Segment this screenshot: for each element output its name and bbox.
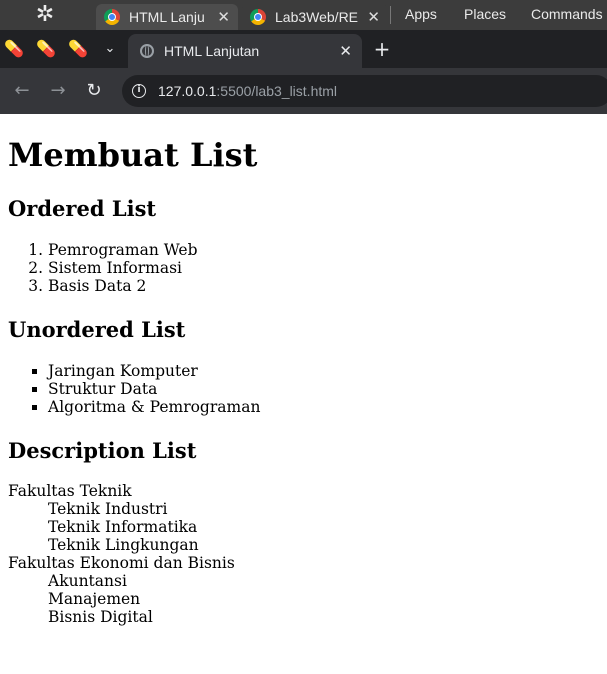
taskbar-window-html-lanjutan[interactable]: HTML Lanju ✕ xyxy=(96,4,238,30)
description-term: Fakultas Ekonomi dan Bisnis xyxy=(8,554,235,572)
description-list: Fakultas Teknik Teknik Industri Teknik I… xyxy=(8,482,235,626)
taskbar-window-lab3web[interactable]: Lab3Web/RE ✕ xyxy=(242,4,388,30)
site-info-icon[interactable]: i xyxy=(132,84,146,98)
menu-places[interactable]: Places xyxy=(464,6,506,22)
chrome-icon xyxy=(250,9,266,25)
menu-commands[interactable]: Commands xyxy=(531,6,603,22)
list-item: Jaringan Komputer xyxy=(48,362,260,380)
page-title: Membuat List xyxy=(8,136,258,174)
list-item: Algoritma & Pemrograman xyxy=(48,398,260,416)
list-item: Struktur Data xyxy=(48,380,260,398)
description-term: Fakultas Teknik xyxy=(8,482,132,500)
close-icon[interactable]: ✕ xyxy=(217,8,230,26)
close-icon[interactable]: ✕ xyxy=(367,8,380,26)
url-text[interactable]: 127.0.0.1:5500/lab3_list.html xyxy=(158,83,337,99)
menu-apps[interactable]: Apps xyxy=(405,6,437,22)
address-bar[interactable]: i 127.0.0.1:5500/lab3_list.html xyxy=(122,75,607,107)
description-detail: Manajemen xyxy=(48,590,141,608)
browser-toolbar: ← → ↻ i 127.0.0.1:5500/lab3_list.html xyxy=(0,68,607,114)
description-detail: Teknik Informatika xyxy=(48,518,198,536)
list-item: Basis Data 2 xyxy=(48,277,198,295)
browser-tab-strip: 💊 💊 💊 ⌄ HTML Lanjutan ✕ + xyxy=(0,30,607,68)
forward-arrow-icon[interactable]: → xyxy=(46,79,70,103)
taskbar-window-label: Lab3Web/RE xyxy=(275,9,359,25)
os-top-panel: ✲ HTML Lanju ✕ Lab3Web/RE ✕ Apps Places … xyxy=(0,0,607,30)
reload-icon[interactable]: ↻ xyxy=(82,79,106,103)
tab-search-chevron-icon[interactable]: ⌄ xyxy=(100,39,120,59)
description-detail: Teknik Lingkungan xyxy=(48,536,199,554)
description-list-heading: Description List xyxy=(8,438,197,463)
tab-html-lanjutan[interactable]: HTML Lanjutan ✕ xyxy=(128,34,362,68)
page-content: Membuat List Ordered List Pemrograman We… xyxy=(0,114,607,674)
chrome-icon xyxy=(104,9,120,25)
extension-yellow-pill-icon[interactable]: 💊 xyxy=(36,39,56,59)
extension-red-pill-icon[interactable]: 💊 xyxy=(4,39,24,59)
tab-title: HTML Lanjutan xyxy=(164,43,260,59)
description-detail: Teknik Industri xyxy=(48,500,168,518)
unordered-list: Jaringan Komputer Struktur Data Algoritm… xyxy=(8,362,260,416)
list-item: Pemrograman Web xyxy=(48,241,198,259)
globe-icon xyxy=(140,44,154,58)
ordered-list-heading: Ordered List xyxy=(8,196,157,221)
back-arrow-icon[interactable]: ← xyxy=(10,79,34,103)
system-gear-icon[interactable]: ✲ xyxy=(33,3,57,27)
close-tab-icon[interactable]: ✕ xyxy=(339,42,352,60)
new-tab-icon[interactable]: + xyxy=(372,39,392,59)
taskbar-window-label: HTML Lanju xyxy=(129,9,205,25)
ordered-list: Pemrograman Web Sistem Informasi Basis D… xyxy=(8,241,198,295)
description-detail: Akuntansi xyxy=(48,572,127,590)
unordered-list-heading: Unordered List xyxy=(8,317,186,342)
description-detail: Bisnis Digital xyxy=(48,608,153,626)
list-item: Sistem Informasi xyxy=(48,259,198,277)
extension-green-pill-icon[interactable]: 💊 xyxy=(68,39,88,59)
panel-divider xyxy=(390,6,391,24)
